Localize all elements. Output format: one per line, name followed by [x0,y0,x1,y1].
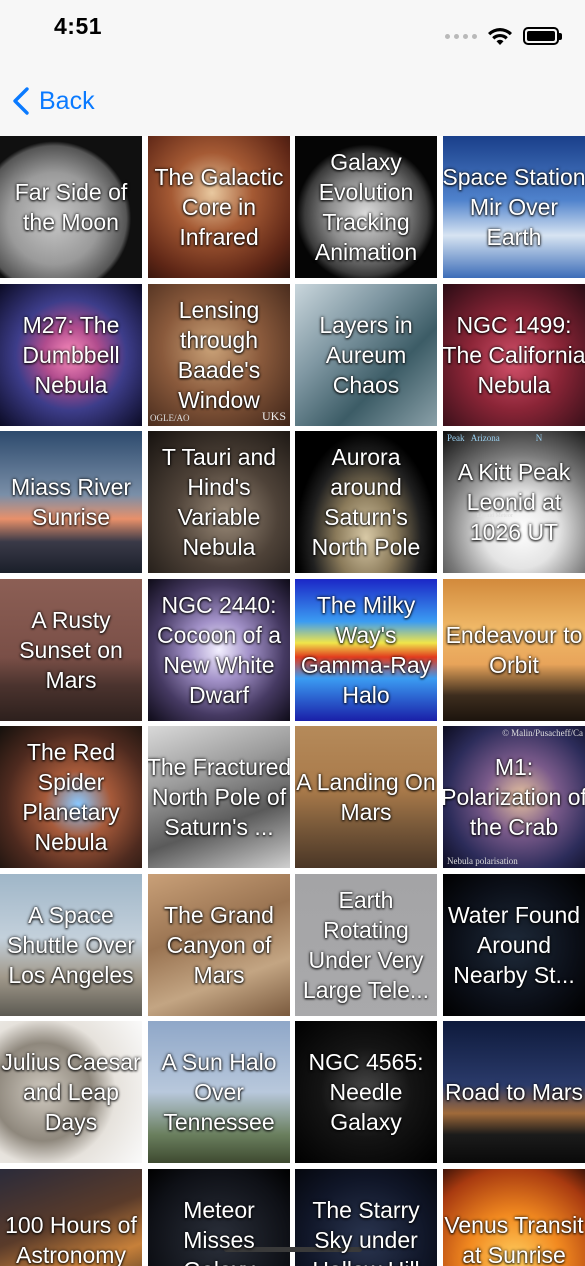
picture-title: Water Found Around Nearby St... [447,902,581,988]
picture-title: Endeavour to Orbit [445,622,583,678]
picture-tile[interactable]: NGC 2440: Cocoon of a New White Dwarf [148,579,290,721]
picture-tile[interactable]: Julius Caesar and Leap Days [0,1021,142,1163]
picture-tile[interactable]: The Grand Canyon of Mars [148,874,290,1016]
picture-tile[interactable]: NGC 1499: The California Nebula [443,284,585,426]
picture-tile[interactable]: Far Side of the Moon [0,136,142,278]
picture-title: A Landing On Mars [296,769,436,825]
picture-title: The Fractured North Pole of Saturn's ... [148,754,290,840]
picture-title: The Milky Way's Gamma-Ray Halo [300,592,432,708]
picture-title: Road to Mars [444,1079,584,1105]
picture-tile[interactable]: M27: The Dumbbell Nebula [0,284,142,426]
picture-grid[interactable]: Far Side of the Moon The Galactic Core in… [0,136,585,1266]
picture-title: Earth Rotating Under Very Large Tele... [302,887,430,1003]
picture-title: The Grand Canyon of Mars [164,902,274,988]
picture-title: Aurora around Saturn's North Pole [311,444,421,560]
picture-tile[interactable]: The Starry Sky under Hollow Hill [295,1169,437,1266]
picture-tile[interactable]: Earth Rotating Under Very Large Tele... [295,874,437,1016]
picture-title: Lensing through Baade's Window [177,297,261,413]
picture-title: Space Station Mir Over Earth [443,164,585,250]
navigation-bar: Back [0,60,585,136]
picture-tile[interactable]: A Space Shuttle Over Los Angeles [0,874,142,1016]
battery-icon [523,27,562,45]
picture-tile[interactable]: M1: Polarization of the Crab © Malin/Pusa… [443,726,585,868]
picture-title: M1: Polarization of the Crab [443,754,585,840]
picture-title: A Space Shuttle Over Los Angeles [7,902,135,988]
picture-tile[interactable]: The Milky Way's Gamma-Ray Halo [295,579,437,721]
picture-title: M27: The Dumbbell Nebula [22,312,120,398]
picture-tile[interactable]: Water Found Around Nearby St... [443,874,585,1016]
picture-tile[interactable]: A Rusty Sunset on Mars [0,579,142,721]
picture-tile[interactable]: Meteor Misses Galaxy [148,1169,290,1266]
picture-tile[interactable]: A Kitt Peak Leonid at 1026 UT Peak Arizon… [443,431,585,573]
picture-tile[interactable]: A Landing On Mars [295,726,437,868]
cellular-signal-icon [445,33,477,39]
picture-tile[interactable]: The Galactic Core in Infrared [148,136,290,278]
picture-title: NGC 2440: Cocoon of a New White Dwarf [156,592,282,708]
back-button[interactable]: Back [12,86,95,116]
status-icons [445,26,562,46]
picture-tile[interactable]: 100 Hours of Astronomy [0,1169,142,1266]
picture-tile[interactable]: Space Station Mir Over Earth [443,136,585,278]
picture-tile[interactable]: Endeavour to Orbit [443,579,585,721]
picture-title: Julius Caesar and Leap Days [1,1049,141,1135]
picture-title: Far Side of the Moon [14,179,128,235]
picture-title: A Rusty Sunset on Mars [19,607,123,693]
back-label: Back [39,86,95,115]
picture-title: Galaxy Evolution Tracking Animation [314,149,418,265]
thumbnail-caption: © Malin/Pusacheff/Ca [502,728,583,738]
picture-title: NGC 4565: Needle Galaxy [308,1049,424,1135]
thumbnail-caption: Peak Arizona N [447,433,543,443]
picture-tile[interactable]: Miass River Sunrise [0,431,142,573]
picture-title: NGC 1499: The California Nebula [443,312,585,398]
picture-tile[interactable]: A Sun Halo Over Tennessee [148,1021,290,1163]
wifi-icon [488,28,512,45]
picture-tile[interactable]: Road to Mars [443,1021,585,1163]
picture-tile[interactable]: Venus Transit at Sunrise [443,1169,585,1266]
picture-tile[interactable]: T Tauri and Hind's Variable Nebula [148,431,290,573]
picture-tile[interactable]: Layers in Aureum Chaos [295,284,437,426]
chevron-left-icon [13,87,29,115]
picture-tile[interactable]: The Red Spider Planetary Nebula [0,726,142,868]
picture-title: The Starry Sky under Hollow Hill [312,1197,420,1266]
picture-title: A Sun Halo Over Tennessee [161,1049,277,1135]
status-time: 4:51 [54,13,103,39]
thumbnail-caption: Nebula polarisation [447,856,518,866]
picture-tile[interactable]: Lensing through Baade's Window OGLE/AO UKS [148,284,290,426]
picture-tile[interactable]: Galaxy Evolution Tracking Animation [295,136,437,278]
picture-tile[interactable]: The Fractured North Pole of Saturn's ... [148,726,290,868]
picture-tile[interactable]: NGC 4565: Needle Galaxy [295,1021,437,1163]
picture-title: The Red Spider Planetary Nebula [22,739,120,855]
picture-title: 100 Hours of Astronomy [5,1212,137,1266]
picture-title: Miass River Sunrise [10,474,132,530]
picture-title: T Tauri and Hind's Variable Nebula [161,444,277,560]
status-bar: 4:51 [0,0,585,60]
picture-title: The Galactic Core in Infrared [154,164,284,250]
picture-title: Meteor Misses Galaxy [183,1197,255,1266]
picture-title: Layers in Aureum Chaos [319,312,413,398]
picture-title: A Kitt Peak Leonid at 1026 UT [457,459,571,545]
picture-title: Venus Transit at Sunrise [444,1212,584,1266]
picture-tile[interactable]: Aurora around Saturn's North Pole [295,431,437,573]
